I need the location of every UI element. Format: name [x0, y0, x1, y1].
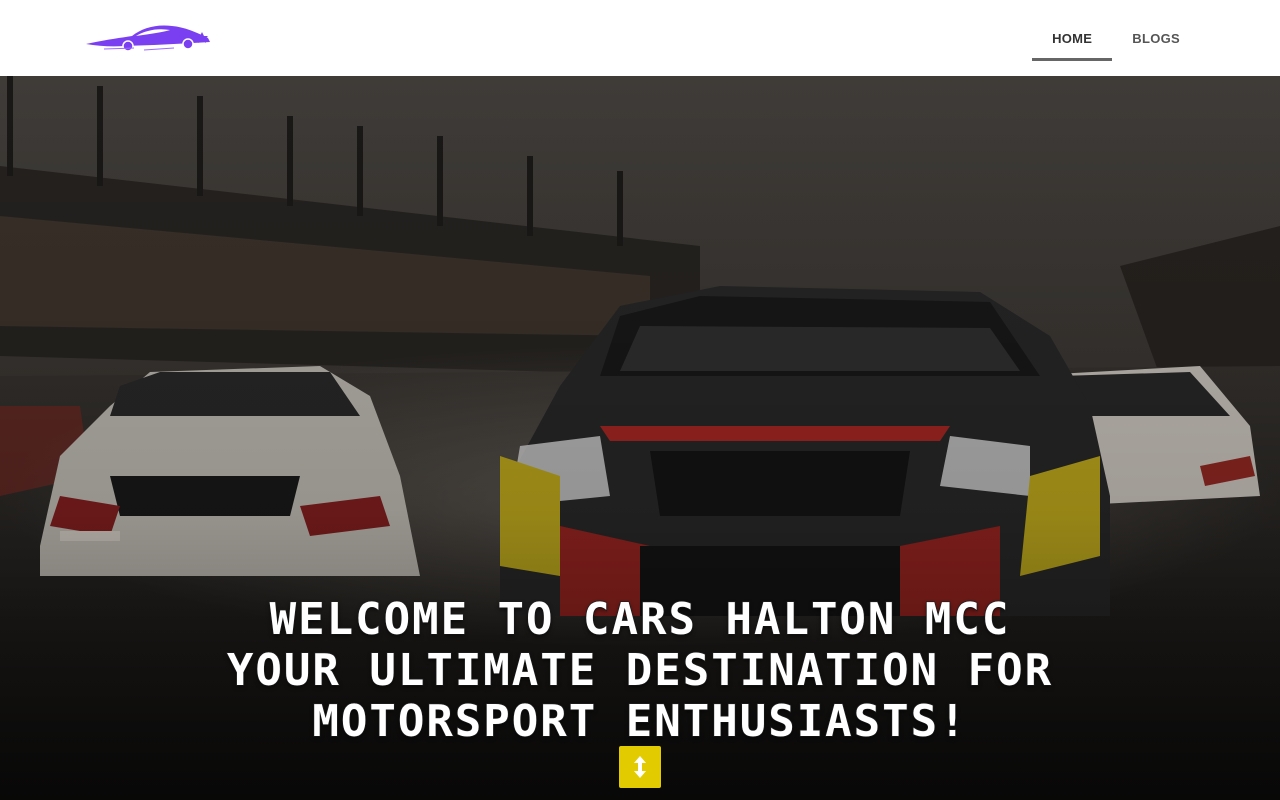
up-down-arrow-icon [634, 756, 646, 778]
site-logo[interactable] [84, 18, 214, 58]
hero-headline-line-1: WELCOME TO CARS HALTON MCC [269, 593, 1011, 646]
race-car-logo-icon [86, 25, 210, 52]
hero-headline-line-2: YOUR ULTIMATE DESTINATION FOR [226, 644, 1054, 697]
nav-blogs-link[interactable]: BLOGS [1112, 0, 1200, 76]
site-header: HOME BLOGS [0, 0, 1280, 76]
hero-section: WELCOME TO CARS HALTON MCC YOUR ULTIMATE… [0, 76, 1280, 800]
scroll-button[interactable] [619, 746, 661, 788]
hero-headline-line-3: MOTORSPORT ENTHUSIASTS! [312, 695, 968, 748]
hero-headline: WELCOME TO CARS HALTON MCC YOUR ULTIMATE… [0, 593, 1280, 748]
nav-home-link[interactable]: HOME [1032, 0, 1113, 76]
main-nav: HOME BLOGS [1032, 0, 1200, 76]
